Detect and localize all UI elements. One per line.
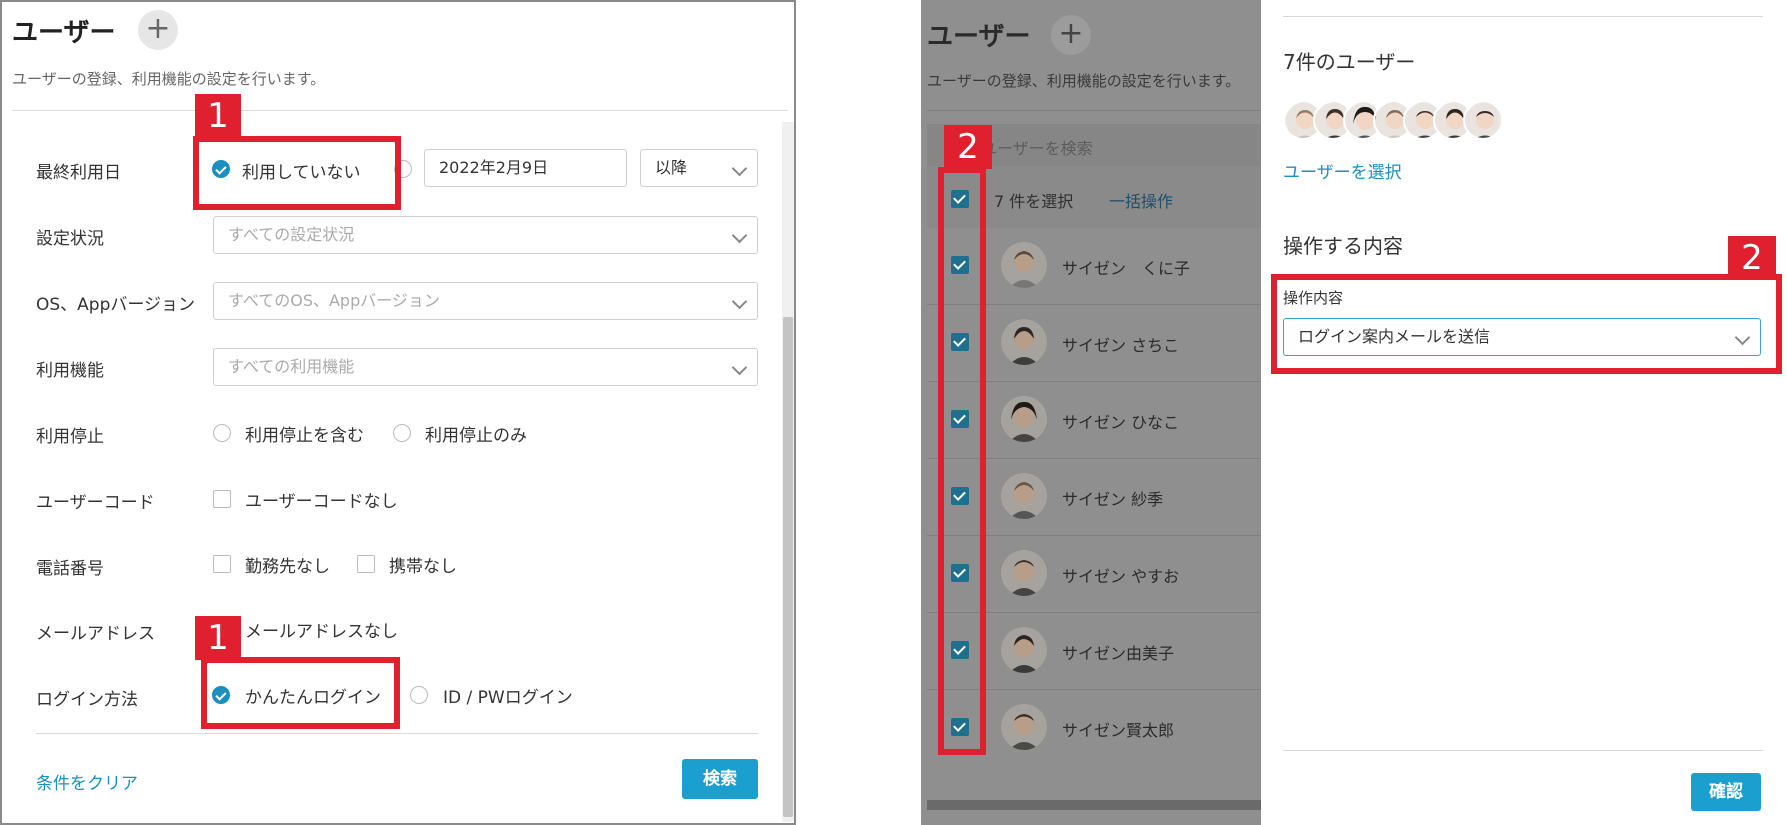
- add-user-button[interactable]: +: [1051, 15, 1091, 55]
- user-avatar: [1001, 242, 1047, 288]
- horizontal-scrollbar[interactable]: [927, 800, 1261, 810]
- no-user-code-label: ユーザーコードなし: [245, 492, 398, 512]
- search-button[interactable]: 検索: [682, 759, 758, 799]
- bulk-action-link[interactable]: 一括操作: [1109, 188, 1173, 212]
- direction-value: 以降: [655, 158, 688, 177]
- user-avatar: [1001, 319, 1047, 365]
- date-input[interactable]: 2022年2月9日: [424, 149, 627, 187]
- annotation-frame-1: [193, 136, 401, 210]
- include-suspended-radio[interactable]: [213, 424, 231, 442]
- annotation-frame-1b: [201, 657, 400, 729]
- suspended-label: 利用停止: [36, 427, 104, 447]
- dimmed-user-list: ユーザー + ユーザーの登録、利用機能の設定を行います。 ユーザーを検索 7 件…: [921, 0, 1261, 825]
- no-user-code-checkbox[interactable]: [213, 490, 231, 508]
- search-placeholder: ユーザーを検索: [981, 139, 1093, 158]
- drawer-footer-divider: [1283, 750, 1763, 751]
- no-mobile-checkbox[interactable]: [357, 555, 375, 573]
- confirm-button[interactable]: 確認: [1691, 773, 1761, 811]
- page-title: ユーザー: [12, 18, 116, 48]
- user-avatar: [1001, 704, 1047, 750]
- annotation-tag-1: 1: [195, 94, 241, 138]
- user-name: サイゼン由美子: [1062, 644, 1175, 663]
- user-name: サイゼン ひなこ: [1062, 413, 1180, 432]
- idpw-login-radio[interactable]: [410, 686, 428, 704]
- os-version-label: OS、Appバージョン: [36, 295, 196, 315]
- last-used-label: 最終利用日: [36, 163, 121, 183]
- annotation-tag-1b: 1: [195, 616, 241, 660]
- user-avatar: [1001, 473, 1047, 519]
- user-name: サイゼン やすお: [1062, 567, 1180, 586]
- features-select[interactable]: すべての利用機能: [213, 348, 758, 386]
- email-label: メールアドレス: [36, 624, 155, 644]
- chevron-down-icon: [731, 227, 748, 244]
- user-avatar: [1001, 627, 1047, 673]
- no-email-label: メールアドレスなし: [245, 622, 398, 642]
- setting-status-label: 設定状況: [36, 229, 104, 249]
- clear-conditions-link[interactable]: 条件をクリア: [36, 769, 138, 794]
- scrollbar[interactable]: [783, 317, 793, 817]
- login-method-label: ログイン方法: [36, 690, 138, 710]
- chevron-down-icon: [731, 359, 748, 376]
- setting-status-placeholder: すべての設定状況: [228, 225, 355, 244]
- add-user-button[interactable]: +: [138, 10, 178, 50]
- plus-icon: +: [145, 11, 171, 46]
- chevron-down-icon: [731, 293, 748, 310]
- no-mobile-label: 携帯なし: [389, 557, 457, 577]
- user-filter-panel: ユーザー + ユーザーの登録、利用機能の設定を行います。 最終利用日 利用してい…: [0, 0, 796, 825]
- user-name: サイゼン くに子: [1062, 259, 1191, 278]
- no-work-phone-checkbox[interactable]: [213, 555, 231, 573]
- user-name: サイゼン賢太郎: [1062, 721, 1175, 740]
- annotation-frame-2: [938, 167, 986, 755]
- no-work-phone-label: 勤務先なし: [245, 557, 330, 577]
- footer-divider: [36, 733, 758, 734]
- os-version-placeholder: すべてのOS、Appバージョン: [228, 291, 440, 310]
- operation-heading: 操作する内容: [1283, 234, 1403, 258]
- page-title: ユーザー: [927, 22, 1031, 52]
- selected-count: 7 件を選択: [994, 192, 1074, 211]
- annotation-tag-2: 2: [944, 125, 992, 169]
- bulk-operation-drawer: 7件のユーザー ユーザーを選択 操作する内容 操作内容 ログイン案内メールを送信…: [1261, 0, 1787, 825]
- chevron-down-icon: [731, 160, 748, 177]
- phone-label: 電話番号: [36, 559, 104, 579]
- page-description: ユーザーの登録、利用機能の設定を行います。: [927, 72, 1241, 90]
- annotation-frame-2b: [1271, 274, 1782, 374]
- features-label: 利用機能: [36, 361, 104, 381]
- user-avatar: [1001, 550, 1047, 596]
- features-placeholder: すべての利用機能: [228, 357, 355, 376]
- direction-select[interactable]: 以降: [640, 149, 758, 187]
- os-version-select[interactable]: すべてのOS、Appバージョン: [213, 282, 758, 320]
- user-avatar: [1001, 396, 1047, 442]
- avatar: [1463, 100, 1503, 140]
- plus-icon: +: [1058, 16, 1084, 51]
- user-code-label: ユーザーコード: [36, 493, 155, 513]
- include-suspended-label: 利用停止を含む: [245, 426, 364, 446]
- idpw-login-label: ID / PWログイン: [443, 688, 573, 708]
- selected-users-heading: 7件のユーザー: [1283, 50, 1416, 74]
- select-users-link[interactable]: ユーザーを選択: [1283, 158, 1402, 183]
- header-divider: [927, 110, 1261, 111]
- page-description: ユーザーの登録、利用機能の設定を行います。: [12, 70, 326, 88]
- user-name: サイゼン 紗季: [1062, 490, 1164, 509]
- user-name: サイゼン さちこ: [1062, 336, 1180, 355]
- only-suspended-radio[interactable]: [393, 424, 411, 442]
- setting-status-select[interactable]: すべての設定状況: [213, 216, 758, 254]
- header-divider: [12, 110, 788, 111]
- drawer-top-divider: [1283, 16, 1763, 17]
- bulk-operation-view: ユーザー + ユーザーの登録、利用機能の設定を行います。 ユーザーを検索 7 件…: [921, 0, 1787, 825]
- only-suspended-label: 利用停止のみ: [425, 426, 527, 446]
